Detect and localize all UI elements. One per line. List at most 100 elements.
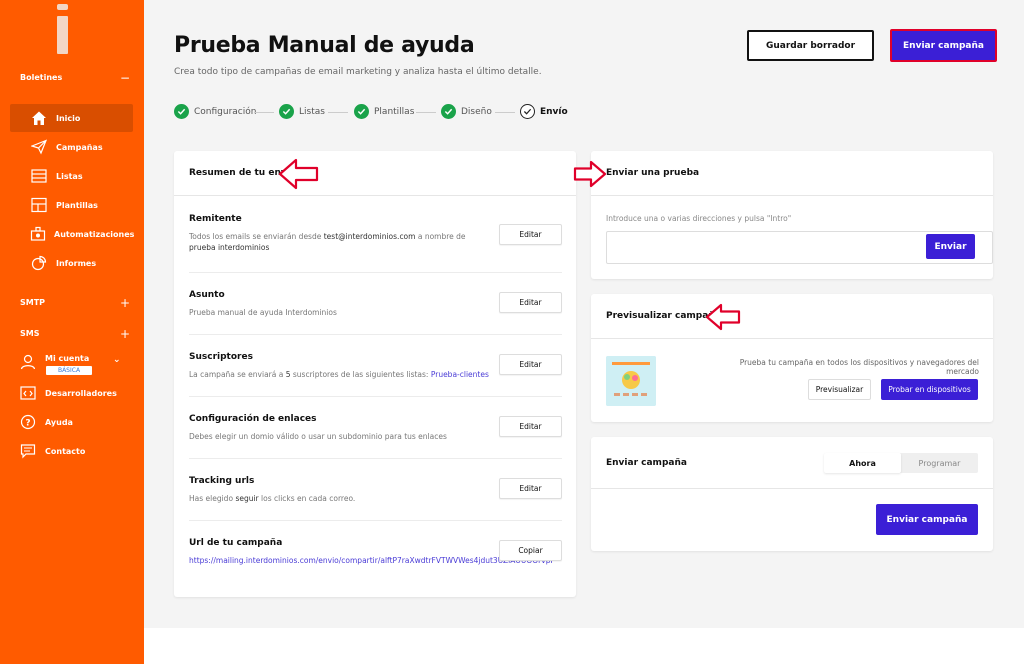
edit-remitente-button[interactable]: Editar bbox=[499, 224, 562, 245]
row-description: Has elegido seguir los clicks en cada co… bbox=[189, 494, 356, 503]
section-boletines[interactable]: Boletines − bbox=[20, 72, 130, 84]
summary-card-title: Resumen de tu envío bbox=[174, 151, 576, 196]
step-label: Listas bbox=[299, 106, 325, 117]
section-sms-label: SMS bbox=[20, 329, 40, 338]
expand-icon[interactable]: + bbox=[120, 328, 130, 340]
svg-text:?: ? bbox=[25, 419, 30, 429]
summary-card: Resumen de tu envío Remitente Todos los … bbox=[174, 151, 576, 597]
sidebar-item-informes[interactable]: Informes bbox=[10, 249, 133, 277]
footer-area bbox=[144, 628, 1024, 664]
test-devices-button[interactable]: Probar en dispositivos bbox=[881, 379, 978, 400]
send-campaign-bottom-button[interactable]: Enviar campaña bbox=[876, 504, 978, 535]
preview-button[interactable]: Previsualizar bbox=[808, 379, 871, 400]
sidebar-item-label: Automatizaciones bbox=[54, 229, 135, 239]
help-icon: ? bbox=[19, 413, 37, 431]
sidebar-item-contacto[interactable]: Contacto bbox=[19, 441, 139, 461]
list-icon bbox=[30, 167, 48, 185]
collapse-icon[interactable]: − bbox=[120, 72, 130, 84]
account-plan-badge: BÁSICA bbox=[46, 366, 92, 375]
row-description: Debes elegir un domio válido o usar un s… bbox=[189, 432, 447, 441]
list-link[interactable]: Prueba-clientes bbox=[431, 370, 489, 379]
sidebar-item-label: Listas bbox=[56, 171, 83, 181]
home-icon bbox=[30, 109, 48, 127]
divider bbox=[189, 396, 562, 397]
check-icon bbox=[441, 104, 456, 119]
annotation-arrow-right-icon bbox=[573, 160, 607, 188]
preview-card-title: Previsualizar campaña bbox=[591, 294, 993, 339]
sidebar: Boletines − Inicio Campañas Listas Plant… bbox=[0, 0, 144, 664]
copy-url-button[interactable]: Copiar bbox=[499, 540, 562, 561]
divider bbox=[189, 272, 562, 273]
step-label: Diseño bbox=[461, 106, 492, 117]
edit-tracking-button[interactable]: Editar bbox=[499, 478, 562, 499]
divider bbox=[189, 458, 562, 459]
paper-plane-icon bbox=[30, 138, 48, 156]
check-icon bbox=[354, 104, 369, 119]
sidebar-item-inicio[interactable]: Inicio bbox=[10, 104, 133, 132]
row-title: Remitente bbox=[189, 214, 242, 224]
step-listas[interactable]: Listas bbox=[279, 104, 325, 119]
save-draft-button[interactable]: Guardar borrador bbox=[747, 30, 874, 61]
row-description: Prueba manual de ayuda Interdominios bbox=[189, 308, 337, 317]
report-icon bbox=[30, 254, 48, 272]
campaign-thumbnail[interactable] bbox=[606, 356, 656, 406]
section-sms[interactable]: SMS + bbox=[20, 328, 130, 340]
schedule-option[interactable]: Programar bbox=[901, 453, 978, 473]
section-smtp[interactable]: SMTP + bbox=[20, 297, 130, 309]
page-title: Prueba Manual de ayuda bbox=[174, 33, 475, 58]
test-send-card: Enviar una prueba Introduce una o varias… bbox=[591, 151, 993, 279]
step-configuracion[interactable]: Configuración bbox=[174, 104, 256, 119]
sidebar-item-label: Plantillas bbox=[56, 200, 98, 210]
step-connector bbox=[328, 112, 348, 113]
send-campaign-card: Enviar campaña Ahora Programar Enviar ca… bbox=[591, 437, 993, 551]
sidebar-item-plantillas[interactable]: Plantillas bbox=[10, 191, 133, 219]
sidebar-item-label: Inicio bbox=[56, 113, 81, 123]
send-campaign-button[interactable]: Enviar campaña bbox=[890, 29, 997, 62]
annotation-arrow-left-icon bbox=[705, 303, 741, 331]
edit-enlaces-button[interactable]: Editar bbox=[499, 416, 562, 437]
test-email-label: Introduce una o varias direcciones y pul… bbox=[606, 214, 792, 223]
edit-suscriptores-button[interactable]: Editar bbox=[499, 354, 562, 375]
sidebar-item-campanas[interactable]: Campañas bbox=[10, 133, 133, 161]
sidebar-item-label: Desarrolladores bbox=[45, 388, 117, 398]
step-connector bbox=[254, 112, 274, 113]
step-connector bbox=[495, 112, 515, 113]
preview-description: Prueba tu campaña en todos los dispositi… bbox=[739, 358, 979, 376]
sidebar-item-ayuda[interactable]: ? Ayuda bbox=[19, 412, 139, 432]
send-now-option[interactable]: Ahora bbox=[824, 453, 901, 473]
check-icon bbox=[174, 104, 189, 119]
expand-icon[interactable]: + bbox=[120, 297, 130, 309]
chevron-down-icon[interactable]: ⌄ bbox=[113, 355, 121, 365]
brand-logo[interactable] bbox=[57, 4, 68, 54]
sidebar-item-label: Ayuda bbox=[45, 417, 73, 427]
step-label: Configuración bbox=[194, 106, 257, 117]
chat-icon bbox=[19, 442, 37, 460]
row-description: Todos los emails se enviarán desde test@… bbox=[189, 232, 466, 252]
step-diseno[interactable]: Diseño bbox=[441, 104, 492, 119]
check-icon bbox=[279, 104, 294, 119]
code-icon bbox=[19, 384, 37, 402]
sidebar-item-listas[interactable]: Listas bbox=[10, 162, 133, 190]
section-boletines-label: Boletines bbox=[20, 73, 63, 82]
template-icon bbox=[30, 196, 48, 214]
account-label: Mi cuenta bbox=[45, 353, 90, 363]
step-envio[interactable]: Envío bbox=[520, 104, 568, 119]
edit-asunto-button[interactable]: Editar bbox=[499, 292, 562, 313]
section-smtp-label: SMTP bbox=[20, 298, 46, 307]
row-description: La campaña se enviará a 5 suscriptores d… bbox=[189, 370, 489, 379]
step-connector bbox=[416, 112, 436, 113]
send-test-button[interactable]: Enviar bbox=[926, 234, 975, 259]
test-card-title: Enviar una prueba bbox=[591, 151, 993, 196]
sidebar-item-desarrolladores[interactable]: Desarrolladores bbox=[19, 383, 139, 403]
automation-icon bbox=[30, 225, 46, 243]
page-subtitle: Crea todo tipo de campañas de email mark… bbox=[174, 67, 542, 77]
step-plantillas[interactable]: Plantillas bbox=[354, 104, 414, 119]
sidebar-item-label: Campañas bbox=[56, 142, 103, 152]
preview-card: Previsualizar campaña Prueba tu campaña … bbox=[591, 294, 993, 422]
send-time-toggle[interactable]: Ahora Programar bbox=[824, 453, 978, 473]
annotation-arrow-left-icon bbox=[278, 158, 319, 190]
check-icon bbox=[520, 104, 535, 119]
divider bbox=[189, 520, 562, 521]
sidebar-item-automatizaciones[interactable]: Automatizaciones bbox=[10, 220, 135, 248]
divider bbox=[189, 334, 562, 335]
